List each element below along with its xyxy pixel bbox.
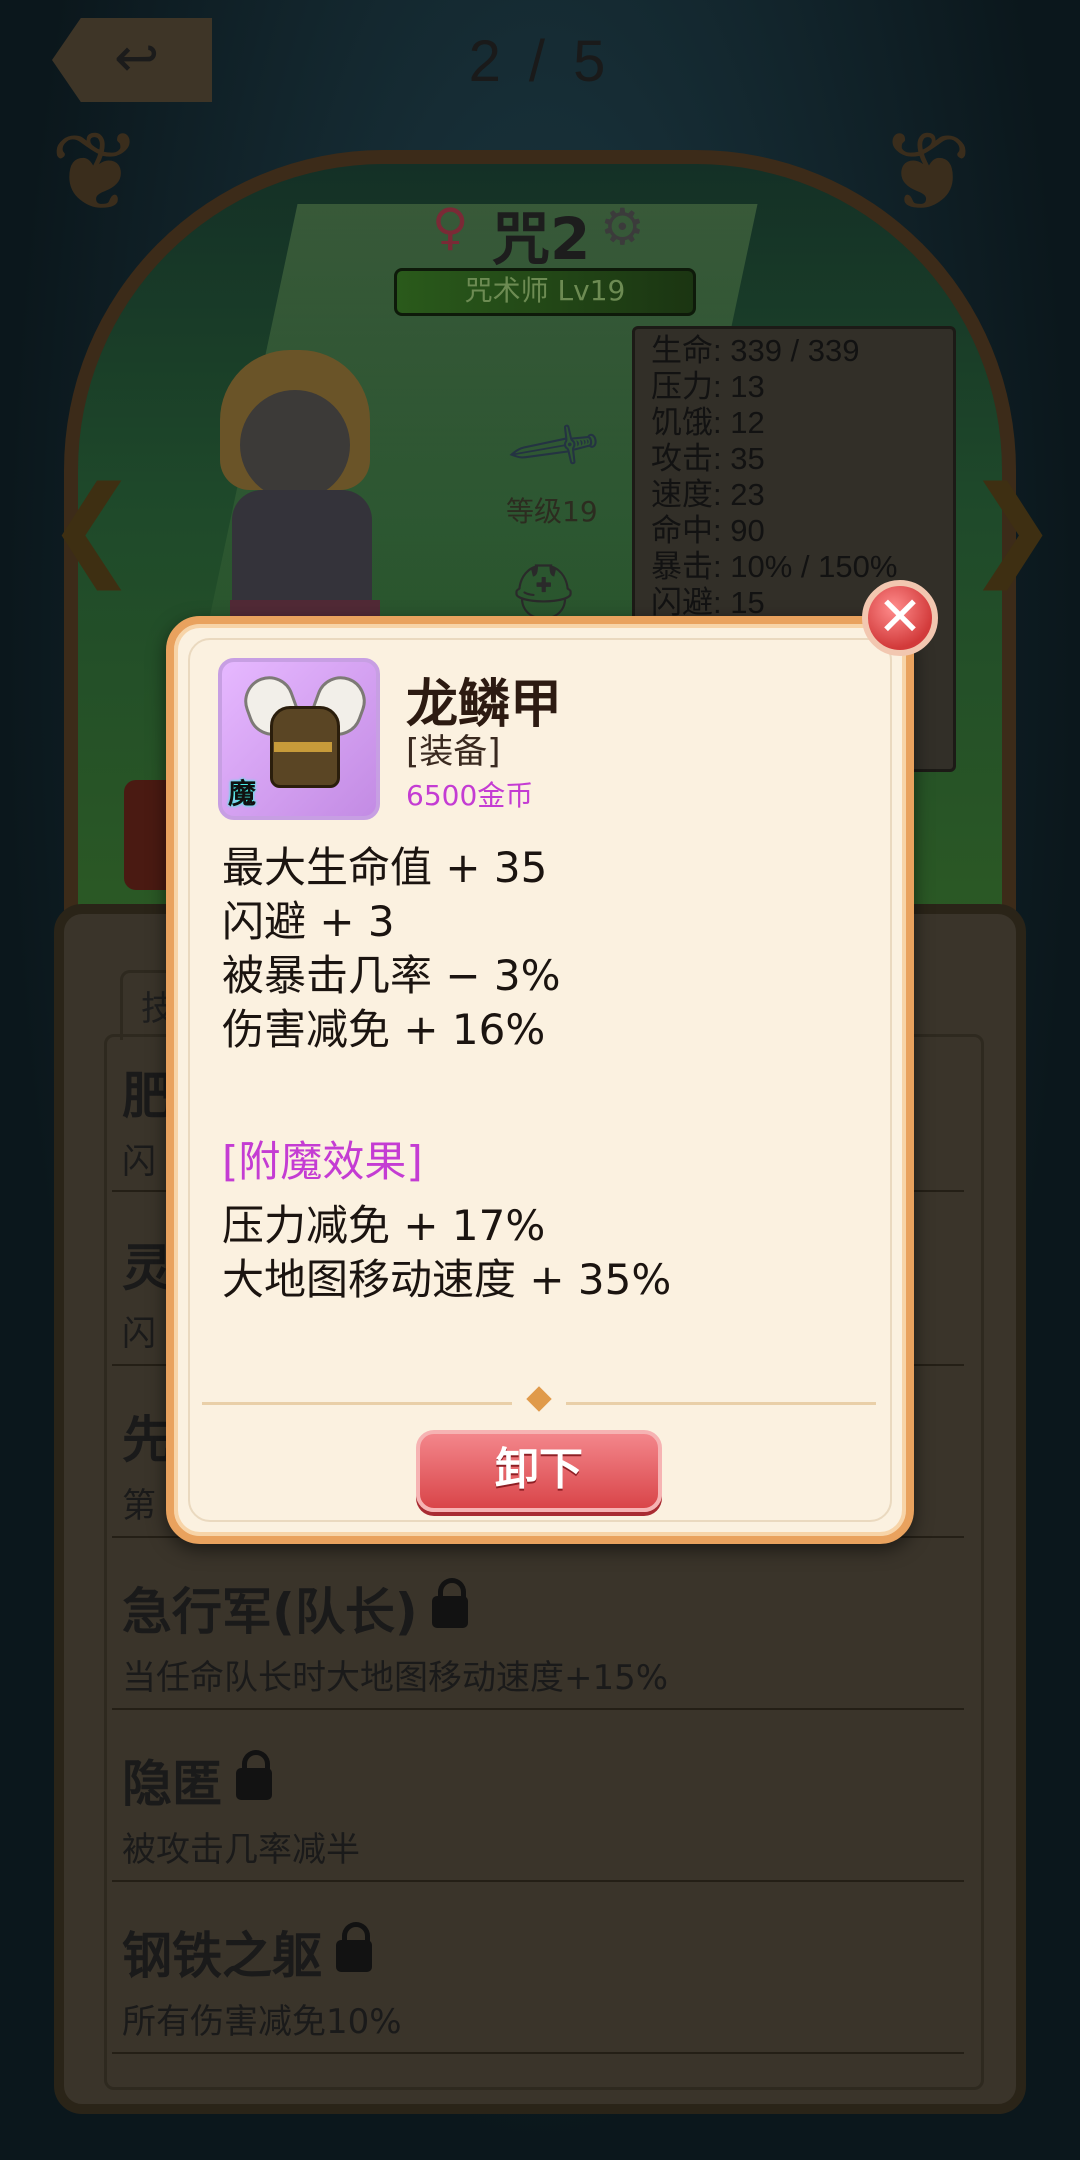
skill-name: 钢铁之躯 <box>122 1916 962 1988</box>
enchant-tag: 魔 <box>228 777 257 810</box>
skill-desc: 被攻击几率减半 <box>122 1830 360 1870</box>
hero-face <box>240 390 350 500</box>
corner-ornament-left-icon: ❦ <box>50 108 143 236</box>
skill-item[interactable]: 钢铁之躯 所有伤害减免10% <box>122 1916 962 2043</box>
item-stat-line: 伤害减免 + 16% <box>222 1005 546 1054</box>
corner-ornament-right-icon: ❦ <box>880 108 973 236</box>
next-character-chevron-icon[interactable]: ❯ <box>966 462 1058 590</box>
divider-line-right <box>566 1402 876 1405</box>
close-button[interactable]: ✕ <box>862 580 938 656</box>
stat-attack: 攻击: 35 <box>651 441 765 476</box>
item-category: [装备] <box>406 732 501 772</box>
lock-icon <box>236 1749 272 1800</box>
skill-desc: 当任命队长时大地图移动速度+15% <box>122 1658 669 1698</box>
skill-divider <box>112 1880 964 1882</box>
character-name: 咒2 <box>492 205 591 273</box>
armor-belt <box>274 742 332 752</box>
skill-name-text: 钢铁之躯 <box>122 1927 322 1985</box>
skill-divider <box>112 2052 964 2054</box>
lock-icon <box>336 1921 372 1972</box>
divider-line-left <box>202 1402 512 1405</box>
class-level-bar: 咒术师 Lv19 <box>394 268 696 316</box>
stat-hunger: 饥饿: 12 <box>651 405 765 440</box>
enchant-section-title: [附魔效果] <box>222 1137 423 1186</box>
skill-item[interactable]: 急行军(队长) 当任命队长时大地图移动速度+15% <box>122 1572 962 1699</box>
stat-stress: 压力: 13 <box>651 369 765 404</box>
skill-name: 急行军(队长) <box>122 1572 962 1644</box>
item-price: 6500金币 <box>406 779 534 812</box>
stat-hp: 生命: 339 / 339 <box>651 333 860 368</box>
item-icon-frame: 魔 <box>218 658 380 820</box>
skill-name-text: 隐匿 <box>122 1755 222 1813</box>
skill-name-text: 急行军(队长) <box>122 1583 418 1641</box>
stat-speed: 速度: 23 <box>651 477 765 512</box>
armor-icon <box>237 669 373 796</box>
prev-character-chevron-icon[interactable]: ❮ <box>46 462 138 590</box>
skill-item[interactable]: 隐匿 被攻击几率减半 <box>122 1744 962 1871</box>
gear-icon[interactable]: ⚙ <box>600 198 645 256</box>
skill-desc: 所有伤害减免10% <box>122 2002 402 2042</box>
lock-icon <box>431 1577 468 1628</box>
skill-divider <box>112 1708 964 1710</box>
female-gender-icon: ♀ <box>432 198 469 256</box>
enchant-stat-line: 压力减免 + 17% <box>222 1201 546 1250</box>
weapon-level-label: 等级19 <box>506 495 598 528</box>
item-stat-line: 最大生命值 + 35 <box>222 843 548 892</box>
page-indicator: 2 / 5 <box>468 29 612 94</box>
skill-name: 隐匿 <box>122 1744 962 1816</box>
stat-accuracy: 命中: 90 <box>651 513 765 548</box>
item-stat-line: 被暴击几率 − 3% <box>222 951 561 1000</box>
item-stat-line: 闪避 + 3 <box>222 897 395 946</box>
enchant-stat-line: 大地图移动速度 + 35% <box>222 1255 672 1304</box>
unequip-button[interactable]: 卸下 <box>416 1430 662 1512</box>
